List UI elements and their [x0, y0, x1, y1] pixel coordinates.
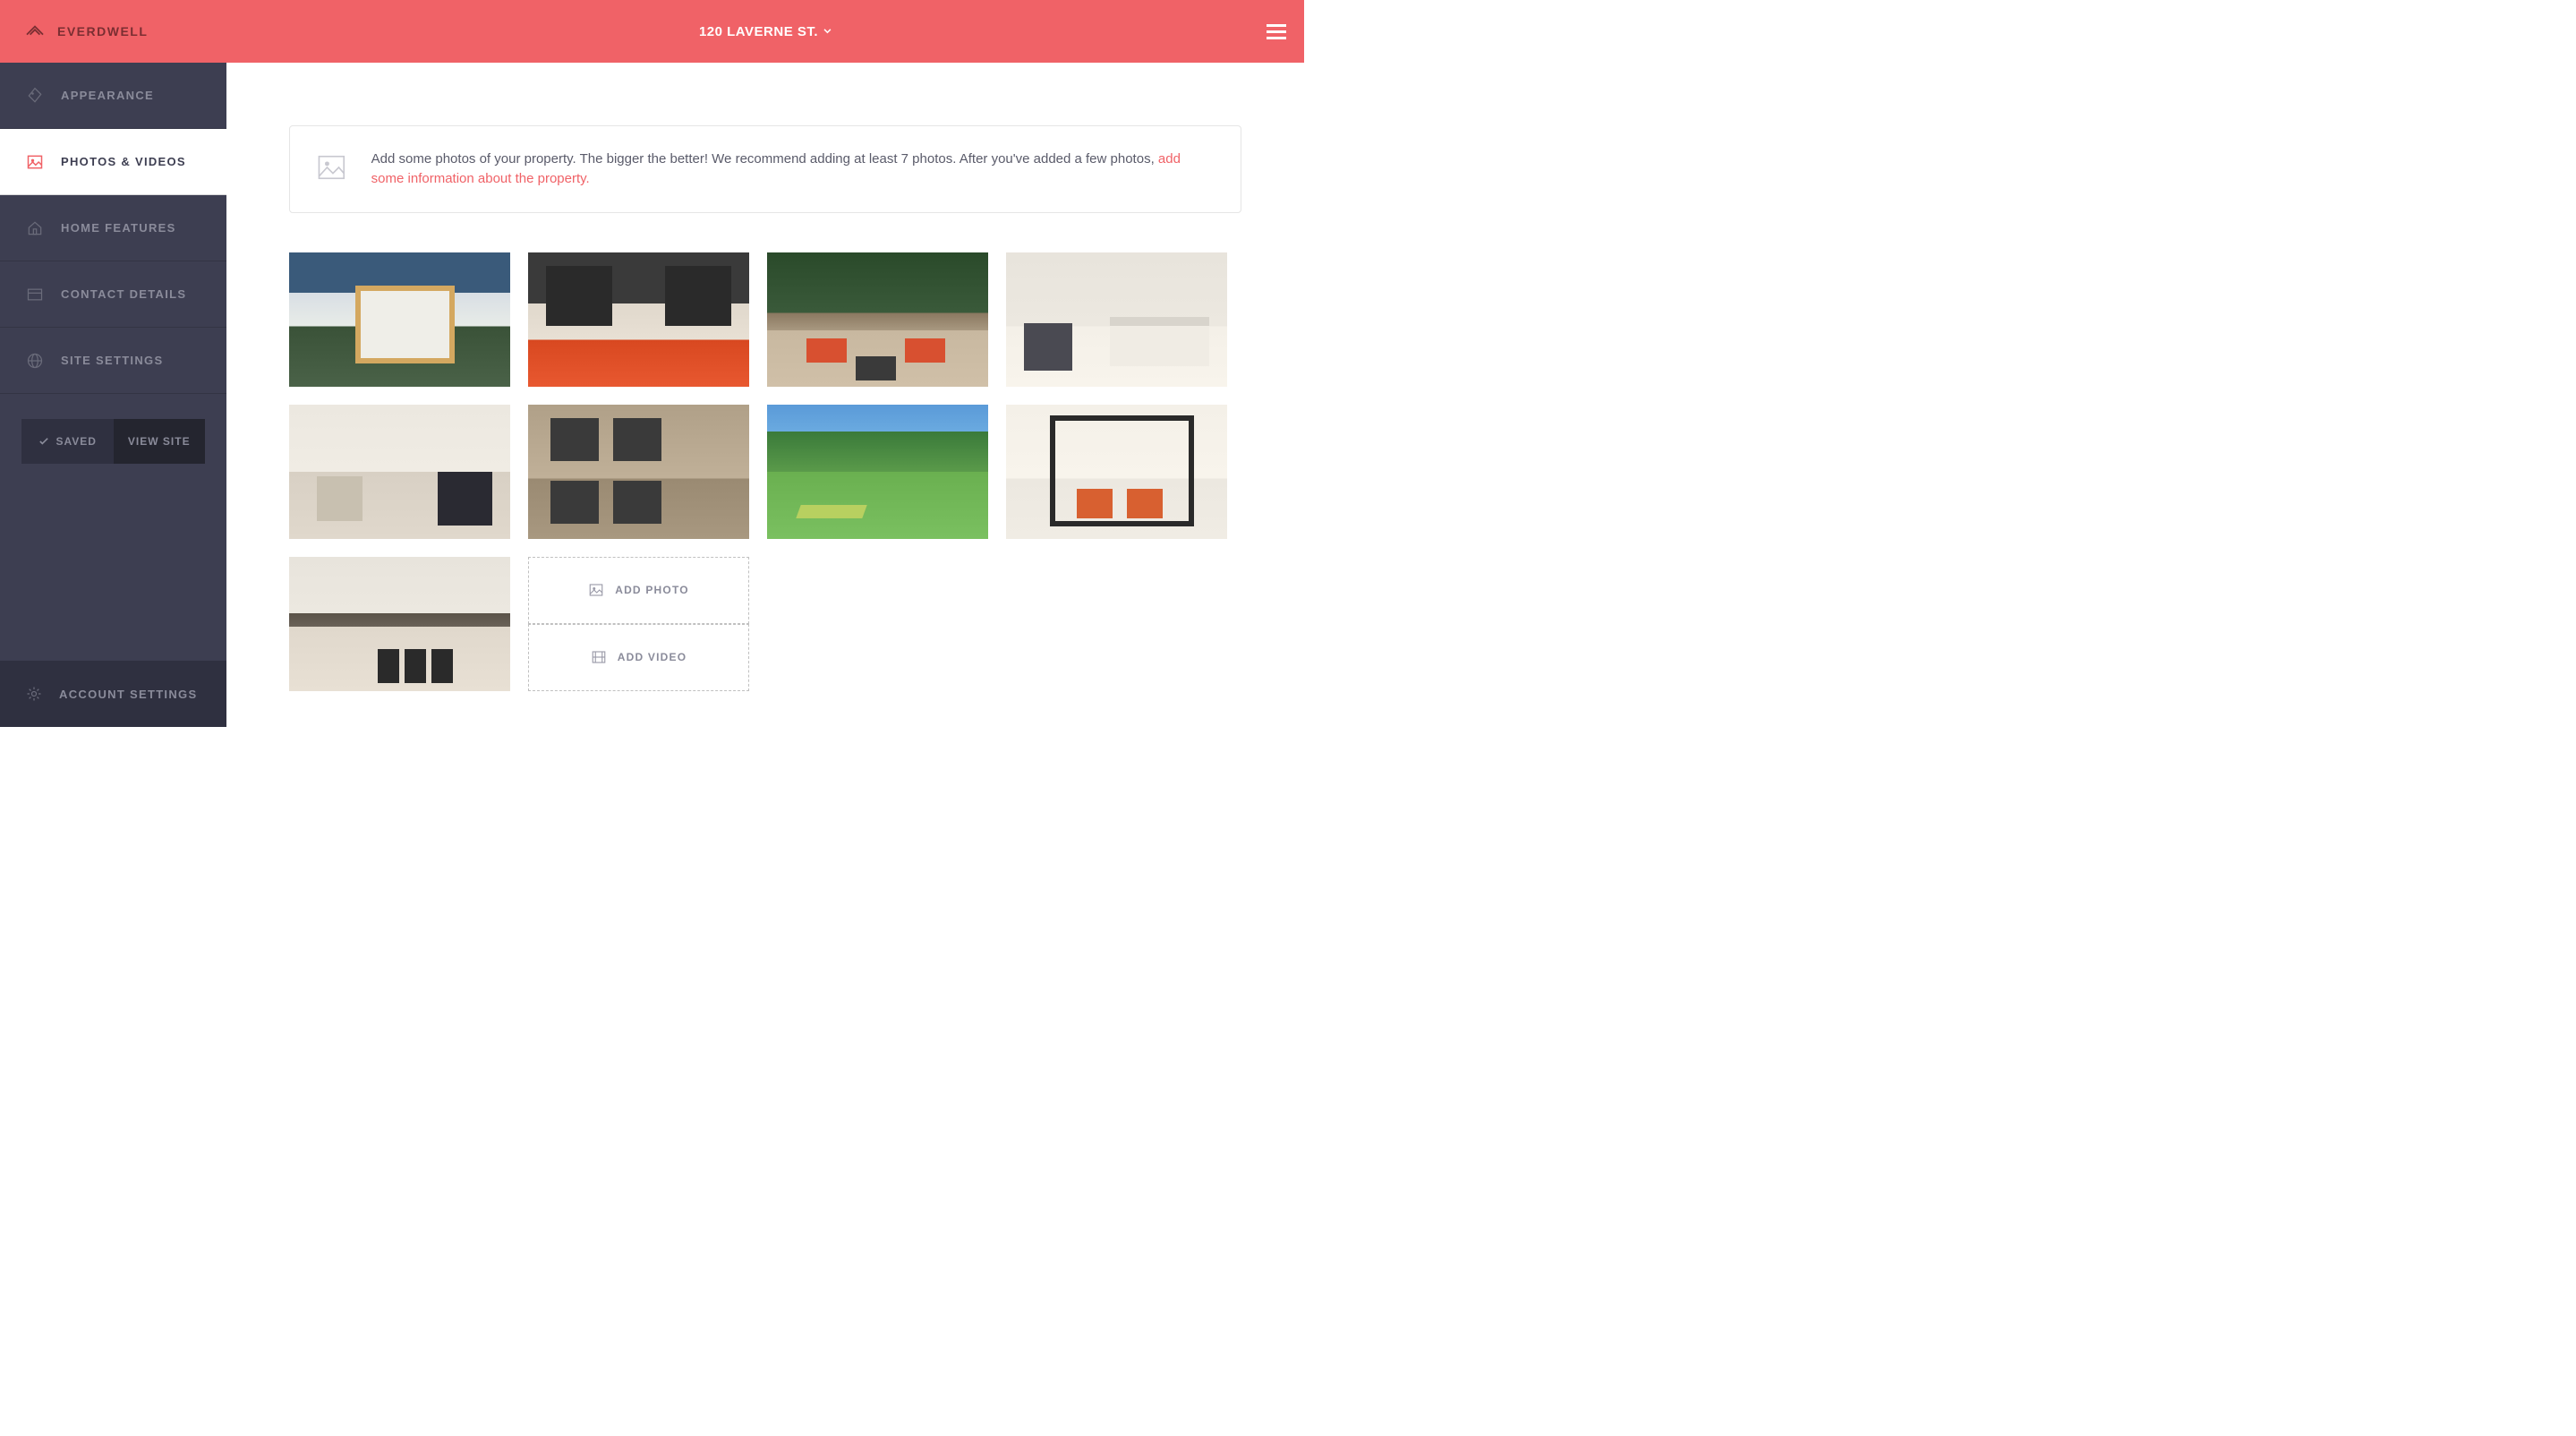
house-icon: [26, 219, 44, 237]
sidebar: EVERDWELL APPEARANCE PHOTOS & VIDEOS HOM…: [0, 0, 226, 727]
account-label: ACCOUNT SETTINGS: [59, 688, 197, 701]
header: 120 LAVERNE ST.: [226, 0, 1304, 63]
add-photo-label: ADD PHOTO: [615, 584, 689, 596]
photo-thumb[interactable]: [528, 405, 749, 539]
film-icon: [591, 649, 607, 665]
sidebar-item-account-settings[interactable]: ACCOUNT SETTINGS: [0, 661, 226, 727]
photo-thumb[interactable]: [1006, 405, 1227, 539]
globe-icon: [26, 352, 44, 370]
logo-icon: [25, 23, 45, 39]
brand-name: EVERDWELL: [57, 24, 148, 38]
address-text: 120 LAVERNE ST.: [699, 24, 818, 39]
add-video-button[interactable]: ADD VIDEO: [528, 624, 749, 691]
brand[interactable]: EVERDWELL: [0, 0, 226, 63]
photo-thumb[interactable]: [289, 557, 510, 691]
nav-label: SITE SETTINGS: [61, 354, 163, 367]
caret-down-icon: [823, 29, 832, 34]
saved-indicator: SAVED: [21, 419, 114, 464]
saved-label: SAVED: [56, 435, 97, 448]
photo-thumb[interactable]: [767, 405, 988, 539]
nav-label: CONTACT DETAILS: [61, 287, 186, 301]
image-icon: [26, 153, 44, 171]
sidebar-item-photos-videos[interactable]: PHOTOS & VIDEOS: [0, 129, 226, 195]
nav-label: HOME FEATURES: [61, 221, 176, 235]
card-icon: [26, 286, 44, 303]
notice-text: Add some photos of your property. The bi…: [371, 150, 1214, 189]
view-site-button[interactable]: VIEW SITE: [114, 419, 206, 464]
photo-thumb[interactable]: [528, 252, 749, 387]
view-site-label: VIEW SITE: [128, 435, 191, 448]
image-icon: [317, 150, 346, 185]
photo-thumb[interactable]: [767, 252, 988, 387]
address-dropdown[interactable]: 120 LAVERNE ST.: [699, 24, 832, 39]
nav-label: PHOTOS & VIDEOS: [61, 155, 186, 168]
photo-thumb[interactable]: [289, 252, 510, 387]
sidebar-item-site-settings[interactable]: SITE SETTINGS: [0, 328, 226, 394]
sidebar-item-contact-details[interactable]: CONTACT DETAILS: [0, 261, 226, 328]
menu-button[interactable]: [1267, 24, 1286, 39]
notice-banner: Add some photos of your property. The bi…: [289, 125, 1241, 213]
photo-thumb[interactable]: [1006, 252, 1227, 387]
photo-thumb[interactable]: [289, 405, 510, 539]
gear-icon: [25, 685, 43, 703]
nav-label: APPEARANCE: [61, 89, 154, 102]
status-row: SAVED VIEW SITE: [21, 419, 205, 464]
tag-icon: [26, 87, 44, 105]
add-photo-button[interactable]: ADD PHOTO: [528, 557, 749, 624]
sidebar-item-appearance[interactable]: APPEARANCE: [0, 63, 226, 129]
photo-grid: ADD PHOTO ADD VIDEO: [289, 252, 1241, 691]
check-icon: [38, 437, 49, 446]
sidebar-item-home-features[interactable]: HOME FEATURES: [0, 195, 226, 261]
image-icon: [588, 582, 604, 598]
add-video-label: ADD VIDEO: [618, 651, 687, 663]
